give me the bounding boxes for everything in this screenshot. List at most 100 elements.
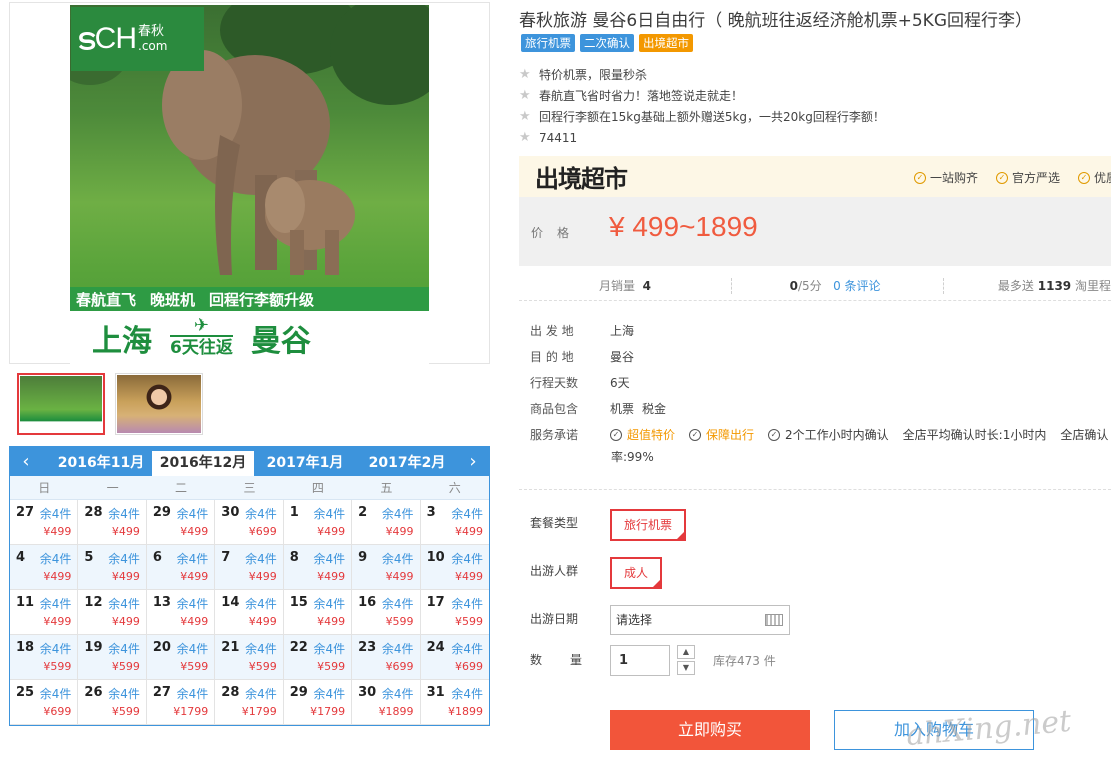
calendar-day[interactable]: 21 余4件 ¥599 xyxy=(215,635,284,680)
calendar-day[interactable]: 28 余4件 ¥1799 xyxy=(215,680,284,725)
day-price: ¥1899 xyxy=(378,705,414,718)
calendar-day[interactable]: 4 余4件 ¥499 xyxy=(10,545,79,590)
calendar-icon[interactable] xyxy=(765,614,783,626)
calendar-day[interactable]: 6 余4件 ¥499 xyxy=(146,545,216,590)
calendar-day[interactable]: 10 余4件 ¥499 xyxy=(420,545,489,590)
calendar-day[interactable]: 27 余4件 ¥1799 xyxy=(146,680,216,725)
calendar-day[interactable]: 29 余4件 ¥1799 xyxy=(283,680,353,725)
feature-text: 春航直飞省时省力！落地签说走就走！ xyxy=(539,89,744,103)
main-product-image: ട CH 春秋 .com 春航直飞 晚班机 回程行李额升级 上海 ✈ 6天往返 … xyxy=(9,2,490,364)
banner-item: 回程行李额升级 xyxy=(209,290,315,309)
feature-item: ★ 回程行李额在15kg基础上额外赠送5kg，一共20kg回程行李额！ xyxy=(519,106,885,127)
date-label: 出游日期 xyxy=(530,612,579,626)
day-number: 20 xyxy=(152,640,171,655)
calendar-day[interactable]: 8 余4件 ¥499 xyxy=(283,545,353,590)
remaining-stock: 余4件 xyxy=(381,552,414,566)
date-placeholder: 请选择 xyxy=(616,613,653,627)
calendar-day[interactable]: 18 余4件 ¥599 xyxy=(10,635,79,680)
calendar-day[interactable]: 25 余4件 ¥699 xyxy=(10,680,79,725)
remaining-stock: 余4件 xyxy=(39,507,72,521)
month-tab[interactable]: 2017年1月 xyxy=(254,451,356,476)
calendar-day[interactable]: 12 余4件 ¥499 xyxy=(78,590,147,635)
thumbnail-thai-woman[interactable] xyxy=(115,373,203,435)
check-circle-icon: ✓ xyxy=(689,429,702,441)
calendar-day[interactable]: 23 余4件 ¥699 xyxy=(352,635,421,680)
banner-item: 晚班机 xyxy=(150,290,196,309)
stock-text: 库存473 件 xyxy=(713,654,776,668)
calendar-day[interactable]: 1 余4件 ¥499 xyxy=(283,500,353,545)
calendar-day[interactable]: 26 余4件 ¥599 xyxy=(78,680,147,725)
feature-item: ★ 特价机票，限量秒杀 xyxy=(519,64,885,85)
calendar-day[interactable]: 11 余4件 ¥499 xyxy=(10,590,79,635)
market-tag-label: 官方严选 xyxy=(1012,171,1061,185)
month-tab[interactable]: 2017年2月 xyxy=(356,451,458,476)
logo-text: 春秋 .com xyxy=(138,25,167,54)
day-number: 23 xyxy=(358,640,377,655)
next-month-arrow-icon[interactable]: › xyxy=(463,451,483,472)
reviews-link[interactable]: 0 条评论 xyxy=(833,279,880,293)
day-price: ¥499 xyxy=(180,615,209,628)
day-price: ¥499 xyxy=(43,615,72,628)
buy-now-button[interactable]: 立即购买 xyxy=(610,710,810,750)
weekday-label: 四 xyxy=(311,481,324,495)
weekday-label: 一 xyxy=(106,481,119,495)
month-tab[interactable]: 2016年11月 xyxy=(50,451,152,476)
calendar-day[interactable]: 28 余4件 ¥499 xyxy=(78,500,147,545)
product-info: 出 发 地 上海 目 的 地 曼谷 行程天数 6天 商品包含 机票 税金 服务承诺 ✓ 超值… xyxy=(530,318,1111,448)
calendar-day[interactable]: 2 余4件 ¥499 xyxy=(352,500,421,545)
info-key: 目 的 地 xyxy=(530,350,574,364)
calendar-day[interactable]: 30 余4件 ¥1899 xyxy=(352,680,421,725)
remaining-stock: 余4件 xyxy=(176,597,209,611)
crowd-option-button[interactable]: 成人 xyxy=(610,557,663,589)
product-tag: 旅行机票 xyxy=(521,34,575,52)
route-days: 6天往返 xyxy=(170,334,233,359)
day-price: ¥699 xyxy=(385,660,414,673)
calendar-day[interactable]: 22 余4件 ¥599 xyxy=(283,635,353,680)
calendar-day[interactable]: 30 余4件 ¥699 xyxy=(215,500,284,545)
calendar-day[interactable]: 24 余4件 ¥699 xyxy=(420,635,489,680)
remaining-stock: 余4件 xyxy=(451,552,483,566)
monthly-sales-value: 4 xyxy=(642,278,652,293)
day-number: 11 xyxy=(16,595,35,610)
elephant-photo: ട CH 春秋 .com 春航直飞 晚班机 回程行李额升级 上海 ✈ 6天往返 … xyxy=(70,5,429,364)
day-number: 6 xyxy=(152,550,162,565)
quantity-input[interactable]: 1 xyxy=(610,645,670,676)
calendar-day[interactable]: 27 余4件 ¥499 xyxy=(10,500,79,545)
month-tab[interactable]: 2016年12月 xyxy=(152,451,254,476)
day-price: ¥499 xyxy=(455,570,483,583)
day-number: 2 xyxy=(358,505,368,520)
calendar-day[interactable]: 3 余4件 ¥499 xyxy=(420,500,489,545)
calendar-day[interactable]: 31 余4件 ¥1899 xyxy=(420,680,489,725)
day-number: 28 xyxy=(221,685,240,700)
day-price: ¥499 xyxy=(111,570,140,583)
calendar-day[interactable]: 7 余4件 ¥499 xyxy=(215,545,284,590)
prev-month-arrow-icon[interactable]: ‹ xyxy=(16,451,36,472)
calendar-day[interactable]: 15 余4件 ¥499 xyxy=(283,590,353,635)
weekday-label: 日 xyxy=(38,481,51,495)
calendar-day[interactable]: 20 余4件 ¥599 xyxy=(146,635,216,680)
date-picker-input[interactable]: 请选择 xyxy=(610,605,790,635)
calendar-day[interactable]: 13 余4件 ¥499 xyxy=(146,590,216,635)
banner-item: 春航直飞 xyxy=(76,290,137,309)
remaining-stock: 余4件 xyxy=(381,507,414,521)
thumbnail-elephant[interactable] xyxy=(17,373,105,435)
remaining-stock: 余4件 xyxy=(245,642,277,656)
calendar-day[interactable]: 19 余4件 ¥599 xyxy=(78,635,147,680)
service-item: ✓ 保障出行 xyxy=(689,422,754,448)
day-price: ¥499 xyxy=(180,525,209,538)
package-option-button[interactable]: 旅行机票 xyxy=(610,509,687,541)
service-extra: 全店确认 xyxy=(1060,428,1109,442)
quantity-up-icon[interactable]: ▲ xyxy=(677,645,695,659)
calendar-day[interactable]: 29 余4件 ¥499 xyxy=(146,500,216,545)
calendar-day[interactable]: 16 余4件 ¥599 xyxy=(352,590,421,635)
calendar-day[interactable]: 5 余4件 ¥499 xyxy=(78,545,147,590)
remaining-stock: 余4件 xyxy=(451,507,483,521)
calendar-day[interactable]: 14 余4件 ¥499 xyxy=(215,590,284,635)
day-price: ¥599 xyxy=(455,615,483,628)
info-row: 出 发 地 上海 xyxy=(530,318,1111,344)
calendar-day[interactable]: 17 余4件 ¥599 xyxy=(420,590,489,635)
remaining-stock: 余4件 xyxy=(108,507,140,521)
quantity-down-icon[interactable]: ▼ xyxy=(677,661,695,675)
info-key: 商品包含 xyxy=(530,402,579,416)
calendar-day[interactable]: 9 余4件 ¥499 xyxy=(352,545,421,590)
